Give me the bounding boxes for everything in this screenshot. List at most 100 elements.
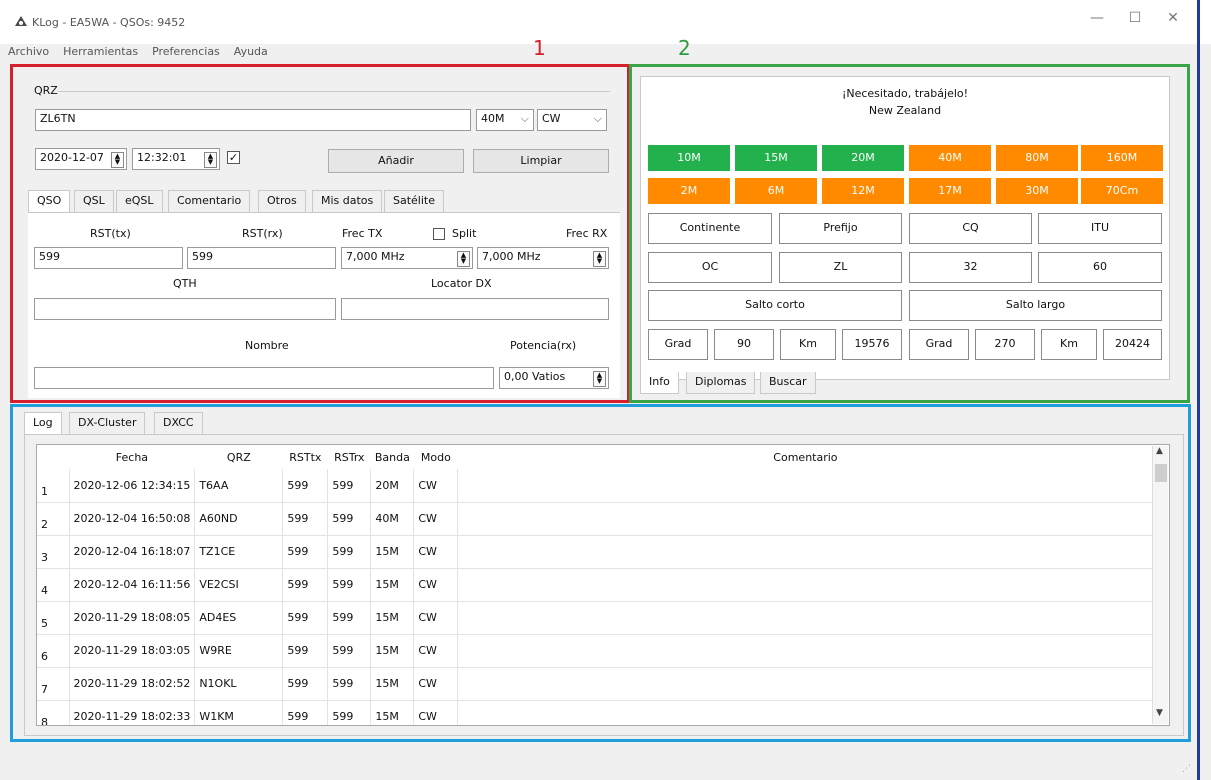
cell-banda: 15M xyxy=(370,535,414,569)
row-index: 1 xyxy=(37,469,69,503)
log-table-body: 1 2020-12-06 12:34:15 T6AA 599 599 20M CW 2 2020… xyxy=(37,469,1153,725)
cell-banda: 15M xyxy=(370,667,414,701)
split-checkbox[interactable] xyxy=(433,228,445,240)
annotation-2: 2 xyxy=(678,36,691,60)
long-path-grad-value: 270 xyxy=(975,329,1035,360)
short-path-grad-label: Grad xyxy=(648,329,708,360)
locator-input[interactable] xyxy=(341,298,609,320)
tab-dx-cluster[interactable]: DX-Cluster xyxy=(69,412,146,434)
table-row[interactable]: 5 2020-11-29 18:08:05 AD4ES 599 599 15M CW xyxy=(37,601,1153,635)
rst-rx-input[interactable]: 599 xyxy=(187,247,336,269)
log-table-frame: Fecha QRZ RSTtx RSTrx Banda Modo Comenta… xyxy=(36,444,1170,726)
date-spinner-icon[interactable]: ▲ ▼ xyxy=(111,152,124,168)
cq-header: CQ xyxy=(909,213,1032,244)
tab-qso[interactable]: QSO xyxy=(28,190,71,212)
power-input[interactable]: 0,00 Vatios ▲ ▼ xyxy=(499,367,609,389)
tab-qsl[interactable]: QSL xyxy=(74,190,114,212)
table-row[interactable]: 1 2020-12-06 12:34:15 T6AA 599 599 20M CW xyxy=(37,469,1153,503)
tab-dxcc[interactable]: DXCC xyxy=(154,412,203,434)
date-input[interactable]: 2020-12-07 ▲ ▼ xyxy=(35,148,127,170)
menu-preferencias[interactable]: Preferencias xyxy=(150,44,222,64)
table-row[interactable]: 4 2020-12-04 16:11:56 VE2CSI 599 599 15M CW xyxy=(37,568,1153,602)
menu-archivo[interactable]: Archivo xyxy=(6,44,51,64)
freq-rx-input[interactable]: 7,000 MHz ▲ ▼ xyxy=(477,247,609,269)
tab-eqsl[interactable]: eQSL xyxy=(116,190,163,212)
cq-value: 32 xyxy=(909,252,1032,283)
name-input[interactable] xyxy=(34,367,494,389)
freq-rx-spinner-icon[interactable]: ▲ ▼ xyxy=(593,251,606,267)
menu-ayuda[interactable]: Ayuda xyxy=(232,44,270,64)
realtime-checkbox[interactable]: ✓ xyxy=(227,151,240,164)
scroll-down-icon[interactable]: ▼ xyxy=(1156,708,1163,718)
column-header-fecha[interactable]: Fecha xyxy=(69,445,195,469)
mode-select[interactable]: CW ⌵ xyxy=(537,109,607,131)
column-header-banda[interactable]: Banda xyxy=(371,445,414,469)
mode-select-value: CW xyxy=(542,112,561,125)
cell-fecha: 2020-12-04 16:50:08 xyxy=(68,502,195,536)
cell-rsttx: 599 xyxy=(282,634,328,668)
scrollbar-thumb[interactable] xyxy=(1155,464,1167,482)
tab-diplomas[interactable]: Diplomas xyxy=(686,372,756,394)
short-path-grad-value: 90 xyxy=(714,329,774,360)
band-select[interactable]: 40M ⌵ xyxy=(476,109,534,131)
freq-tx-spinner-icon[interactable]: ▲ ▼ xyxy=(457,251,470,267)
time-spinner-icon[interactable]: ▲ ▼ xyxy=(204,152,217,168)
menu-herramientas[interactable]: Herramientas xyxy=(61,44,140,64)
table-row[interactable]: 2 2020-12-04 16:50:08 A60ND 599 599 40M CW xyxy=(37,502,1153,536)
column-header-qrz[interactable]: QRZ xyxy=(195,445,283,469)
qth-input[interactable] xyxy=(34,298,336,320)
log-table: Fecha QRZ RSTtx RSTrx Banda Modo Comenta… xyxy=(37,445,1153,725)
qrz-group-line xyxy=(58,91,610,92)
add-button[interactable]: Añadir xyxy=(328,149,464,173)
tab-info[interactable]: Info xyxy=(640,372,679,394)
table-row[interactable]: 3 2020-12-04 16:18:07 TZ1CE 599 599 15M CW xyxy=(37,535,1153,569)
cell-modo: CW xyxy=(413,568,458,602)
cell-comentario xyxy=(457,535,1153,569)
cell-modo: CW xyxy=(413,634,458,668)
table-row[interactable]: 8 2020-11-29 18:02:33 W1KM 599 599 15M CW xyxy=(37,700,1153,725)
time-input[interactable]: 12:32:01 ▲ ▼ xyxy=(132,148,220,170)
time-value: 12:32:01 xyxy=(137,151,187,164)
band-15m: 15M xyxy=(735,145,817,171)
tab-mis-datos[interactable]: Mis datos xyxy=(312,190,383,212)
minimize-button[interactable]: — xyxy=(1082,10,1112,30)
date-value: 2020-12-07 xyxy=(40,151,104,164)
tab-comentario[interactable]: Comentario xyxy=(168,190,251,212)
table-row[interactable]: 6 2020-11-29 18:03:05 W9RE 599 599 15M CW xyxy=(37,634,1153,668)
short-path-km-label: Km xyxy=(780,329,836,360)
tab-log[interactable]: Log xyxy=(24,412,62,434)
band-20m: 20M xyxy=(822,145,904,171)
band-status-row-1: 10M 15M 20M 40M 80M 160M xyxy=(648,145,1163,171)
close-button[interactable]: ✕ xyxy=(1158,10,1188,30)
scroll-up-icon[interactable]: ▲ xyxy=(1156,446,1163,456)
tab-satelite[interactable]: Satélite xyxy=(384,190,444,212)
maximize-button[interactable]: ☐ xyxy=(1120,10,1150,30)
resize-grip-icon[interactable]: ⋰ xyxy=(1182,764,1194,776)
table-row[interactable]: 7 2020-11-29 18:02:52 N1OKL 599 599 15M CW xyxy=(37,667,1153,701)
band-80m: 80M xyxy=(996,145,1078,171)
column-header-rsttx[interactable]: RSTtx xyxy=(283,445,328,469)
cell-comentario xyxy=(457,667,1153,701)
qrz-input[interactable]: ZL6TN xyxy=(35,109,471,131)
tab-otros[interactable]: Otros xyxy=(258,190,306,212)
tab-buscar[interactable]: Buscar xyxy=(760,372,816,394)
column-header-index xyxy=(37,445,69,469)
power-label: Potencia(rx) xyxy=(510,339,577,352)
column-header-rstrx[interactable]: RSTrx xyxy=(328,445,371,469)
rst-tx-label: RST(tx) xyxy=(90,227,131,240)
row-index: 3 xyxy=(37,535,69,569)
clear-button[interactable]: Limpiar xyxy=(473,149,609,173)
column-header-modo[interactable]: Modo xyxy=(414,445,458,469)
cell-fecha: 2020-12-04 16:18:07 xyxy=(68,535,195,569)
freq-tx-label: Frec TX xyxy=(342,227,383,240)
rst-tx-input[interactable]: 599 xyxy=(34,247,183,269)
cell-comentario xyxy=(457,601,1153,635)
cell-qrz: T6AA xyxy=(194,469,283,503)
log-scrollbar[interactable]: ▲ ▼ xyxy=(1152,446,1168,724)
cell-rstrx: 599 xyxy=(327,601,371,635)
column-header-comentario[interactable]: Comentario xyxy=(458,445,1153,469)
power-spinner-icon[interactable]: ▲ ▼ xyxy=(593,371,606,387)
cell-rstrx: 599 xyxy=(327,502,371,536)
freq-tx-input[interactable]: 7,000 MHz ▲ ▼ xyxy=(341,247,473,269)
cell-fecha: 2020-12-06 12:34:15 xyxy=(68,469,195,503)
